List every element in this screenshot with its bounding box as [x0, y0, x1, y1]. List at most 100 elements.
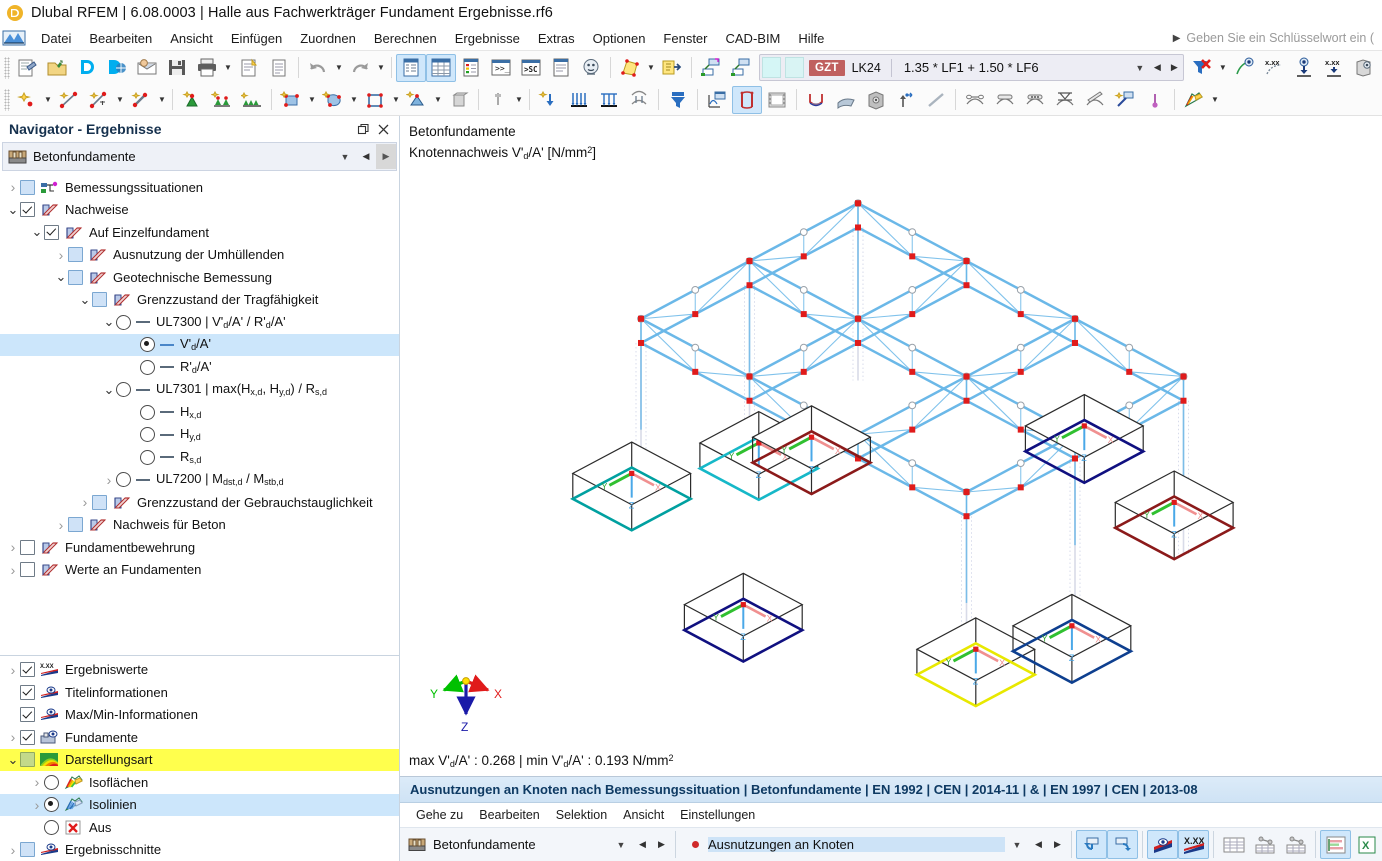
chevron-down-icon[interactable]: ⌄ — [102, 316, 116, 329]
tree-item-isoflaechen[interactable]: › Isoflächen — [0, 771, 399, 794]
dlubal-model-icon[interactable] — [102, 54, 132, 82]
chevron-right-icon[interactable]: › — [78, 494, 92, 510]
new-section-dropdown-icon[interactable]: ▼ — [432, 87, 444, 113]
navigator-combo-prev-button[interactable]: ◀ — [356, 151, 376, 162]
tree-item-werte-an-fundamenten[interactable]: › Werte an Fundamenten — [0, 559, 399, 582]
deform-compare-2-icon[interactable] — [990, 86, 1020, 114]
filter-dropdown-icon[interactable]: ▼ — [1217, 55, 1229, 81]
new-member-dropdown-icon[interactable]: ▼ — [156, 87, 168, 113]
redo-icon[interactable] — [345, 54, 375, 82]
radio-vda[interactable] — [140, 337, 155, 353]
tree-item-ul7200[interactable]: › UL7200 | Mdst,d / Mstb,d — [0, 469, 399, 492]
new-line-support-icon[interactable] — [237, 86, 267, 114]
chevron-right-icon[interactable]: › — [6, 539, 20, 555]
menu-item-berechnen[interactable]: Berechnen — [365, 29, 446, 48]
pin-dropdown-icon[interactable]: ▼ — [513, 87, 525, 113]
menu-item-bearbeiten[interactable]: Bearbeiten — [80, 29, 161, 48]
navigator-combo-dropdown-icon[interactable]: ▼ — [334, 152, 356, 162]
chevron-down-icon[interactable]: ⌄ — [78, 293, 92, 306]
support-reaction-icon[interactable] — [891, 86, 921, 114]
table-chain-2-icon[interactable] — [1280, 830, 1311, 859]
results-type-next-button[interactable]: ▶ — [1048, 839, 1067, 850]
new-line-dropdown-icon[interactable]: ▼ — [114, 87, 126, 113]
render-table-icon[interactable] — [456, 54, 486, 82]
tree-item-rda[interactable]: R'd/A' — [0, 356, 399, 379]
menu-item-optionen[interactable]: Optionen — [584, 29, 655, 48]
filter-clear-icon[interactable] — [1187, 54, 1217, 82]
checkbox-bemessungssituationen[interactable] — [20, 179, 35, 195]
new-surface-dropdown-icon[interactable]: ▼ — [306, 87, 318, 113]
member-result-diagram-icon[interactable] — [801, 86, 831, 114]
checkbox-grenzzustand-der-gebrauchstauglichkeit[interactable] — [92, 494, 107, 510]
new-report-icon[interactable] — [234, 54, 264, 82]
results-type-dropdown-icon[interactable]: ▼ — [1005, 840, 1029, 850]
load-combination-selector[interactable]: GZT LK24 1.35 * LF1 + 1.50 * LF6 ▼ ◀ ▶ — [759, 54, 1184, 81]
close-icon[interactable] — [373, 119, 393, 139]
chevron-down-icon[interactable]: ⌄ — [54, 271, 68, 284]
chevron-down-icon[interactable]: ⌄ — [6, 203, 20, 216]
render-style-dropdown-icon[interactable]: ▼ — [1209, 87, 1221, 113]
checkbox-nachweise[interactable] — [20, 202, 35, 218]
checkbox-ausnutzung-der-umhuellenden[interactable] — [68, 247, 83, 263]
radio-rsd[interactable] — [140, 449, 155, 465]
undo-select-icon[interactable] — [1076, 830, 1107, 859]
dlubal-center-icon[interactable] — [72, 54, 102, 82]
new-model-icon[interactable] — [12, 54, 42, 82]
tree-item-ul7301[interactable]: ⌄ UL7301 | max(Hx,d, Hy,d) / Rs,d — [0, 379, 399, 402]
values-xxx-2-icon[interactable]: x.xx — [1319, 54, 1349, 82]
table-full-icon[interactable] — [1218, 830, 1249, 859]
tree-item-max-min-informationen[interactable]: Max/Min-Informationen — [0, 704, 399, 727]
menu-item-fenster[interactable]: Fenster — [654, 29, 716, 48]
navigator-combo-next-button[interactable]: ▶ — [376, 144, 396, 169]
toolbar-grip[interactable] — [4, 88, 10, 111]
tree-item-hyd[interactable]: Hy,d — [0, 424, 399, 447]
results-object-next-button[interactable]: ▶ — [652, 839, 671, 850]
menu-overflow-icon[interactable]: ▶ — [1173, 33, 1181, 44]
menu-item-datei[interactable]: Datei — [32, 29, 80, 48]
radio-ul7301[interactable] — [116, 382, 131, 398]
menu-item-extras[interactable]: Extras — [529, 29, 584, 48]
report-icon[interactable] — [546, 54, 576, 82]
table-grid-icon[interactable] — [426, 53, 456, 82]
radio-hyd[interactable] — [140, 427, 155, 443]
export-icon[interactable] — [657, 54, 687, 82]
tree-item-rsd[interactable]: Rs,d — [0, 446, 399, 469]
menu-item-einfuegen[interactable]: Einfügen — [222, 29, 291, 48]
undo-dropdown-icon[interactable]: ▼ — [333, 55, 345, 81]
new-load-icon[interactable] — [534, 86, 564, 114]
keyword-search-input[interactable]: Geben Sie ein Schlüsselwort ein ( — [1186, 31, 1382, 45]
checkbox-max-min-informationen[interactable] — [20, 707, 35, 723]
checkbox-ergebnisschnitte[interactable] — [20, 842, 35, 858]
checkbox-darstellungsart[interactable] — [20, 752, 35, 768]
print-icon[interactable] — [192, 54, 222, 82]
radio-isolinien[interactable] — [44, 797, 59, 813]
truss-hall-3d-model[interactable]: X Y Z X Y Z X Y Z X Y Z X Y Z X Y Z X Y Z X Y Z — [400, 116, 1382, 776]
tree-item-isolinien[interactable]: › Isolinien — [0, 793, 399, 816]
tree-item-ausnutzung-der-umhuellenden[interactable]: › Ausnutzung der Umhüllenden — [0, 244, 399, 267]
tree-item-ergebniswerte[interactable]: › X.XX Ergebniswerte — [0, 659, 399, 682]
checkbox-auf-einzelfundament[interactable] — [44, 224, 59, 240]
report-bars-icon[interactable] — [1320, 830, 1351, 859]
copy-result-2-icon[interactable] — [726, 54, 756, 82]
section-dropdown-icon[interactable]: ▼ — [645, 55, 657, 81]
results-menu-selektion[interactable]: Selektion — [548, 807, 615, 823]
pin-object-icon[interactable] — [483, 86, 513, 114]
tree-item-titelinformationen[interactable]: Titelinformationen — [0, 681, 399, 704]
checkbox-nachweis-fuer-beton[interactable] — [68, 517, 83, 533]
tree-item-grenzzustand-der-gebrauchstauglichkeit[interactable]: › Grenzzustand der Gebrauchstauglichkeit — [0, 491, 399, 514]
results-menu-gehe-zu[interactable]: Gehe zu — [408, 807, 471, 823]
redo-select-icon[interactable] — [1107, 830, 1138, 859]
new-member-icon[interactable] — [126, 86, 156, 114]
chevron-right-icon[interactable]: › — [6, 562, 20, 578]
deform-compare-1-icon[interactable] — [960, 86, 990, 114]
checkbox-titelinformationen[interactable] — [20, 684, 35, 700]
load-combo-dropdown-icon[interactable]: ▼ — [1131, 63, 1149, 73]
delete-object-icon[interactable] — [444, 86, 474, 114]
min-value-icon[interactable] — [1289, 54, 1319, 82]
chevron-down-icon[interactable]: ⌄ — [30, 226, 44, 239]
radio-hxd[interactable] — [140, 404, 155, 420]
new-line-dim-icon[interactable] — [84, 86, 114, 114]
marker-icon[interactable] — [1140, 86, 1170, 114]
tree-item-bemessungssituationen[interactable]: › Bemessungssituationen — [0, 176, 399, 199]
menu-item-ergebnisse[interactable]: Ergebnisse — [446, 29, 529, 48]
